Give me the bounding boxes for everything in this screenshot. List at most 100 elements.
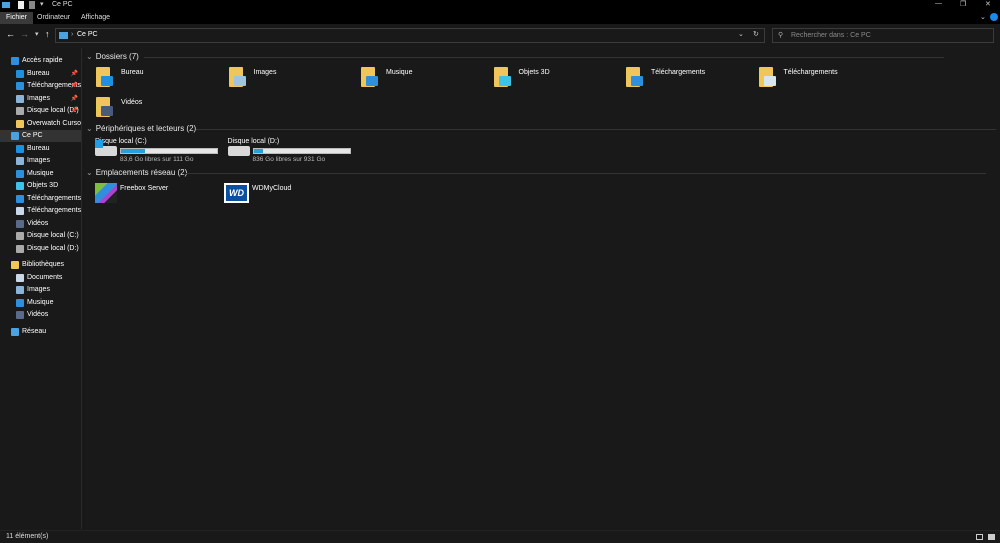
chevron-down-icon: ⌄ <box>86 52 93 61</box>
maximize-button[interactable]: ❐ <box>960 0 966 8</box>
tab-fichier[interactable]: Fichier <box>0 12 34 24</box>
drive-icon <box>227 146 250 156</box>
sidebar-item-images[interactable]: Images <box>0 284 81 296</box>
sidebar-item-label: Musique <box>27 169 54 177</box>
sidebar-item-objets-3d[interactable]: Objets 3D <box>0 180 81 192</box>
sidebar-item-bureau[interactable]: Bureau 📌 <box>0 68 81 80</box>
item-name: Téléchargements <box>651 69 706 76</box>
windows-logo-icon <box>95 140 103 148</box>
folder-icon <box>361 67 378 87</box>
forward-button[interactable]: → <box>20 29 29 39</box>
desktop-icon <box>16 144 24 153</box>
sidebar-item-videos[interactable]: Vidéos <box>0 218 81 230</box>
item-name: Bureau <box>121 69 144 76</box>
sidebar-item-label: Bibliothèques <box>22 261 65 268</box>
folder-icon <box>96 97 113 117</box>
section-title: Emplacements réseau (2) <box>95 168 188 177</box>
download-icon <box>16 82 24 90</box>
folder-icon <box>758 67 776 87</box>
sidebar-item-label: Images <box>27 157 50 164</box>
sidebar-item-label: Vidéos <box>27 219 49 227</box>
sidebar-item-images[interactable]: Images <box>0 155 81 167</box>
folder-item[interactable]: Téléchargements <box>758 67 887 95</box>
sidebar-item-documents[interactable]: Documents <box>0 272 81 284</box>
computer-icon <box>59 32 68 39</box>
details-view-button[interactable] <box>976 534 983 540</box>
sidebar-item-label: Téléchargements <box>27 207 81 214</box>
sidebar-item-bibliotheques[interactable]: Bibliothèques <box>0 259 81 271</box>
section-header-folders[interactable]: ⌄ Dossiers (7) <box>86 52 944 61</box>
customize-toolbar-icon[interactable]: ▾ <box>40 0 44 8</box>
section-header-network[interactable]: ⌄ Emplacements réseau (2) <box>86 168 986 177</box>
folder-item[interactable]: Téléchargements <box>626 67 754 95</box>
folder-item[interactable]: Objets 3D <box>493 67 622 95</box>
folder-icon <box>626 67 643 87</box>
close-button[interactable]: ✕ <box>985 0 991 8</box>
network-item-freebox[interactable]: Freebox Server <box>95 183 223 211</box>
sidebar-item-telechargements[interactable]: Téléchargements 📌 <box>0 80 81 92</box>
new-folder-icon[interactable] <box>29 1 35 9</box>
section-header-drives[interactable]: ⌄ Périphériques et lecteurs (2) <box>86 124 996 133</box>
up-button[interactable]: ↑ <box>45 29 50 39</box>
chevron-down-icon: ⌄ <box>86 124 93 133</box>
sidebar-item-disque-local-d[interactable]: Disque local (D:) 📌 <box>0 105 81 117</box>
folder-item[interactable]: Bureau <box>96 67 224 95</box>
drive-free-space: 83,6 Go libres sur 111 Go <box>120 156 194 163</box>
pin-icon: 📌 <box>70 108 78 114</box>
sidebar-item-disque-local-c[interactable]: Disque local (C:) <box>0 230 81 242</box>
sidebar-item-musique[interactable]: Musique <box>0 168 81 180</box>
drive-item[interactable]: Disque local (C:) 83,6 Go libres sur 111 … <box>95 138 225 163</box>
sidebar-item-ce-pc[interactable]: Ce PC <box>0 130 81 142</box>
folder-item[interactable]: Musique <box>361 67 489 95</box>
sidebar-item-videos[interactable]: Vidéos <box>0 309 81 321</box>
expand-ribbon-icon[interactable]: ⌄ <box>980 13 986 21</box>
sidebar-item-label: Accès rapide <box>22 57 63 64</box>
drive-icon <box>16 244 24 253</box>
sidebar-item-label: Musique <box>27 298 54 306</box>
recent-locations-icon[interactable]: ▾ <box>35 30 39 38</box>
search-input[interactable]: ⚲ Rechercher dans : Ce PC <box>772 28 994 43</box>
navigation-pane[interactable]: Accès rapide Bureau 📌 Téléchargements 📌 Image… <box>0 48 82 529</box>
folder-item[interactable]: Vidéos <box>96 97 224 125</box>
sidebar-item-overwatch-cursor-h[interactable]: Overwatch Cursor H <box>0 118 81 130</box>
properties-icon[interactable] <box>18 1 24 9</box>
sidebar-item-label: Disque local (C:) <box>27 232 79 239</box>
sidebar-item-label: Bureau <box>27 69 50 77</box>
sidebar-item-label: Vidéos <box>27 311 49 318</box>
sidebar-item-reseau[interactable]: Réseau <box>0 326 81 338</box>
video-icon <box>16 311 24 319</box>
sidebar-item-acces-rapide[interactable]: Accès rapide <box>0 55 81 67</box>
network-item-wdmycloud[interactable]: WD WDMyCloud <box>224 183 352 211</box>
address-bar[interactable]: › Ce PC ⌄ ↻ <box>55 28 765 43</box>
sidebar-item-images[interactable]: Images 📌 <box>0 93 81 105</box>
drive-item[interactable]: Disque local (D:) 836 Go libres sur 931 G… <box>227 138 358 163</box>
breadcrumb-ce-pc[interactable]: Ce PC <box>77 31 98 38</box>
help-icon[interactable] <box>990 13 998 21</box>
sidebar-item-musique[interactable]: Musique <box>0 297 81 309</box>
minimize-button[interactable]: — <box>935 0 942 7</box>
drive-name: Disque local (D:) <box>227 138 280 145</box>
tab-affichage[interactable]: Affichage <box>75 12 116 24</box>
folder-item[interactable]: Images <box>228 67 357 95</box>
drive-usage-bar <box>252 148 351 154</box>
pin-icon: 📌 <box>70 83 78 89</box>
tab-ordinateur[interactable]: Ordinateur <box>31 12 76 24</box>
drive-icon <box>16 107 24 115</box>
libraries-icon <box>11 261 19 269</box>
sidebar-item-bureau[interactable]: Bureau <box>0 143 81 155</box>
refresh-icon[interactable]: ↻ <box>753 30 759 38</box>
title-bar: ▾ Ce PC — ❐ ✕ <box>0 0 1000 11</box>
sidebar-item-telechargements[interactable]: Téléchargements <box>0 193 81 205</box>
large-icons-view-button[interactable] <box>988 534 995 540</box>
sidebar-item-label: Images <box>27 94 50 102</box>
item-name: Téléchargements <box>783 69 838 76</box>
sidebar-item-disque-local-d[interactable]: Disque local (D:) <box>0 243 81 255</box>
video-icon <box>16 219 24 228</box>
back-button[interactable]: ← <box>6 29 15 39</box>
sidebar-item-telechargements[interactable]: Téléchargements <box>0 205 81 217</box>
pictures-icon <box>16 94 24 103</box>
computer-icon <box>2 2 10 8</box>
pictures-icon <box>16 157 24 165</box>
address-dropdown-icon[interactable]: ⌄ <box>738 30 744 38</box>
drive-usage-bar <box>120 148 218 154</box>
